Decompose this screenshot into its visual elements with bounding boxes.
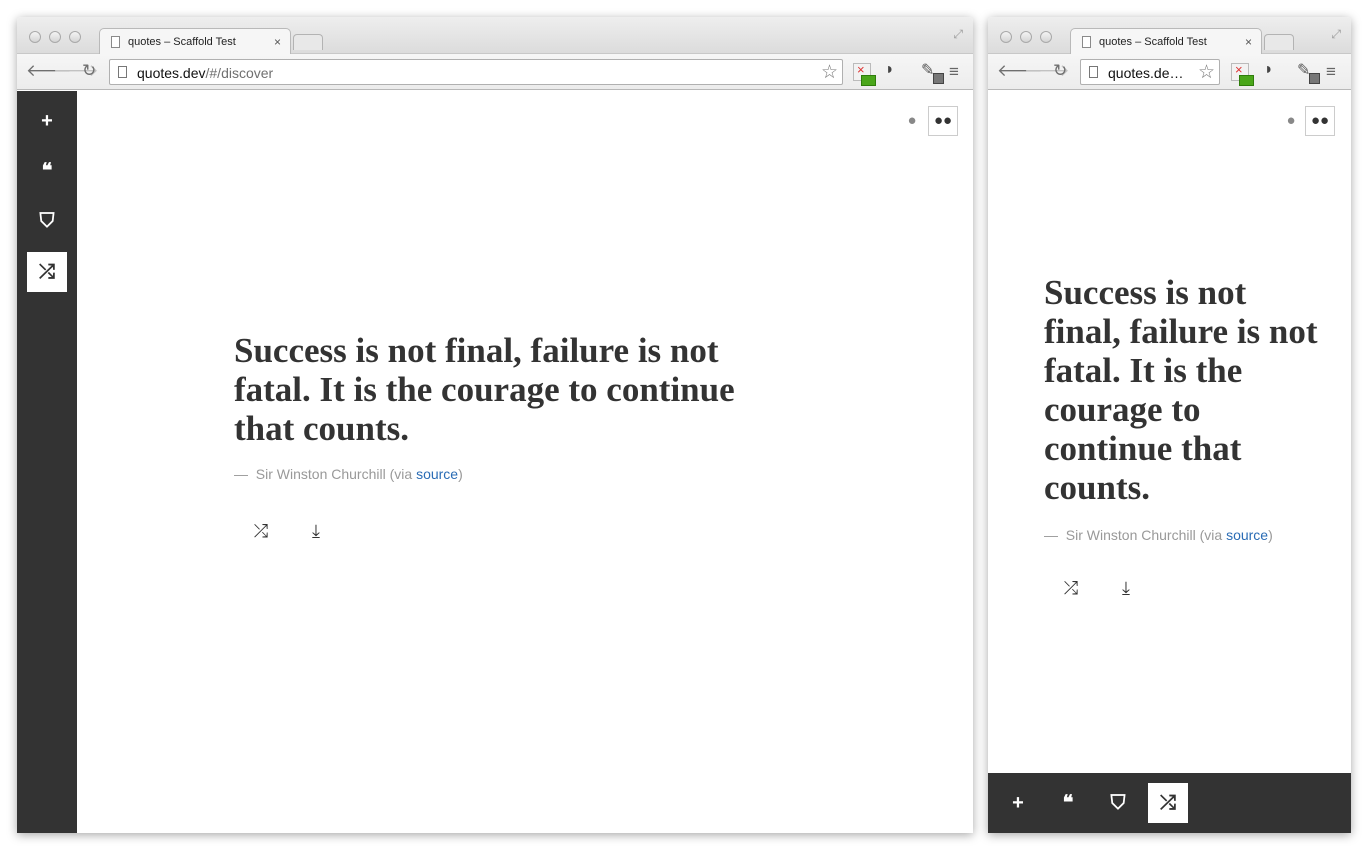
attribution-dash: — xyxy=(1044,527,1058,543)
menu-icon[interactable]: ≡ xyxy=(1326,62,1336,82)
quote-block: Success is not final, failure is not fat… xyxy=(1044,273,1324,543)
user-toggle: ● ●● xyxy=(1276,106,1338,136)
address-bar[interactable]: quotes.dev/#/discover ☆ xyxy=(109,59,843,85)
browser-tab[interactable]: quotes – Scaffold Test × xyxy=(1070,28,1262,55)
user-icon[interactable]: ● xyxy=(897,106,927,136)
browser-toolbar: 🡐 🡒 ↻ quotes.dev/#/discover ☆ ◗ ✎ ≡ xyxy=(17,54,973,90)
new-tab-button[interactable] xyxy=(293,34,323,50)
url-host: quotes.dev xyxy=(137,65,206,81)
reload-icon[interactable]: ↻ xyxy=(1053,61,1067,81)
new-tab-button[interactable] xyxy=(1264,34,1294,50)
sidebar: + ❝ ⛉ ⤮ xyxy=(17,91,77,833)
quote-actions: ⤮ ⤓ xyxy=(1056,573,1146,603)
tab-title: quotes – Scaffold Test xyxy=(128,36,236,48)
quote-attribution: — Sir Winston Churchill (via source) xyxy=(1044,527,1324,543)
shuffle-icon[interactable]: ⤮ xyxy=(27,252,67,292)
reload-icon[interactable]: ↻ xyxy=(82,61,96,81)
close-window-button[interactable] xyxy=(29,31,41,43)
bottom-nav: + ❝ ⛉ ⤮ xyxy=(988,773,1351,833)
via-prefix: (via xyxy=(389,466,413,482)
color-picker-extension-icon[interactable]: ✎ xyxy=(1297,60,1320,84)
zoom-window-button[interactable] xyxy=(1040,31,1052,43)
browser-toolbar: 🡐 🡒 ↻ quotes.de… ☆ ◗ ✎ ≡ xyxy=(988,54,1351,90)
browser-window-desktop: quotes – Scaffold Test × ⤢ 🡐 🡒 ↻ quotes.… xyxy=(17,17,973,833)
tags-icon[interactable]: ⛉ xyxy=(27,201,67,241)
quote-author: Sir Winston Churchill xyxy=(1065,527,1196,543)
titlebar: quotes – Scaffold Test × ⤢ xyxy=(988,17,1351,55)
shuffle-quote-icon[interactable]: ⤮ xyxy=(246,516,276,546)
via-prefix: (via xyxy=(1199,527,1223,543)
url-truncated: quotes.de… xyxy=(1108,65,1184,81)
attribution-dash: — xyxy=(234,466,248,482)
quote-text: Success is not final, failure is not fat… xyxy=(234,331,735,448)
add-icon[interactable]: + xyxy=(27,101,67,141)
tags-icon[interactable]: ⛉ xyxy=(1098,783,1138,823)
users-icon[interactable]: ●● xyxy=(928,106,958,136)
fullscreen-icon[interactable]: ⤢ xyxy=(953,27,963,42)
quote-text: Success is not final, failure is not fat… xyxy=(1044,273,1318,507)
page-icon xyxy=(111,36,120,48)
source-link[interactable]: source xyxy=(416,466,458,482)
download-icon[interactable]: ⤓ xyxy=(301,516,331,546)
page-icon xyxy=(1082,36,1091,48)
shuffle-icon[interactable]: ⤮ xyxy=(1148,783,1188,823)
fullscreen-icon[interactable]: ⤢ xyxy=(1331,27,1341,42)
browser-window-narrow: quotes – Scaffold Test × ⤢ 🡐 🡒 ↻ quotes.… xyxy=(988,17,1351,833)
source-link[interactable]: source xyxy=(1226,527,1268,543)
adblock-extension-icon[interactable] xyxy=(853,62,876,86)
zoom-window-button[interactable] xyxy=(69,31,81,43)
user-toggle: ● ●● xyxy=(897,106,959,136)
color-picker-extension-icon[interactable]: ✎ xyxy=(921,60,944,84)
quotes-icon[interactable]: ❝ xyxy=(1048,783,1088,823)
page-viewport: ● ●● Success is not final, failure is no… xyxy=(988,91,1351,833)
titlebar: quotes – Scaffold Test × ⤢ xyxy=(17,17,973,55)
menu-icon[interactable]: ≡ xyxy=(949,62,959,82)
bookmark-star-icon[interactable]: ☆ xyxy=(1198,61,1215,84)
quote-actions: ⤮ ⤓ xyxy=(246,516,336,546)
minimize-window-button[interactable] xyxy=(1020,31,1032,43)
tab-title: quotes – Scaffold Test xyxy=(1099,36,1207,48)
browser-tab[interactable]: quotes – Scaffold Test × xyxy=(99,28,291,55)
page-viewport: + ❝ ⛉ ⤮ ● ●● Success is not final, failu… xyxy=(17,91,973,833)
evernote-extension-icon[interactable]: ◗ xyxy=(885,61,903,79)
minimize-window-button[interactable] xyxy=(49,31,61,43)
tab-close-icon[interactable]: × xyxy=(1245,35,1252,49)
close-window-button[interactable] xyxy=(1000,31,1012,43)
quote-attribution: — Sir Winston Churchill (via source) xyxy=(234,466,774,482)
page-icon xyxy=(118,66,127,78)
page-icon xyxy=(1089,66,1098,78)
users-icon[interactable]: ●● xyxy=(1305,106,1335,136)
tab-close-icon[interactable]: × xyxy=(274,35,281,49)
address-bar[interactable]: quotes.de… ☆ xyxy=(1080,59,1220,85)
user-icon[interactable]: ● xyxy=(1276,106,1306,136)
evernote-extension-icon[interactable]: ◗ xyxy=(1264,61,1282,79)
via-suffix: ) xyxy=(458,466,463,482)
add-icon[interactable]: + xyxy=(998,783,1038,823)
quote-author: Sir Winston Churchill xyxy=(255,466,386,482)
quote-block: Success is not final, failure is not fat… xyxy=(234,331,774,482)
via-suffix: ) xyxy=(1268,527,1273,543)
shuffle-quote-icon[interactable]: ⤮ xyxy=(1056,573,1086,603)
quotes-icon[interactable]: ❝ xyxy=(27,151,67,191)
download-icon[interactable]: ⤓ xyxy=(1111,573,1141,603)
url-path: /#/discover xyxy=(205,65,274,81)
adblock-extension-icon[interactable] xyxy=(1231,62,1254,86)
bookmark-star-icon[interactable]: ☆ xyxy=(821,61,838,84)
